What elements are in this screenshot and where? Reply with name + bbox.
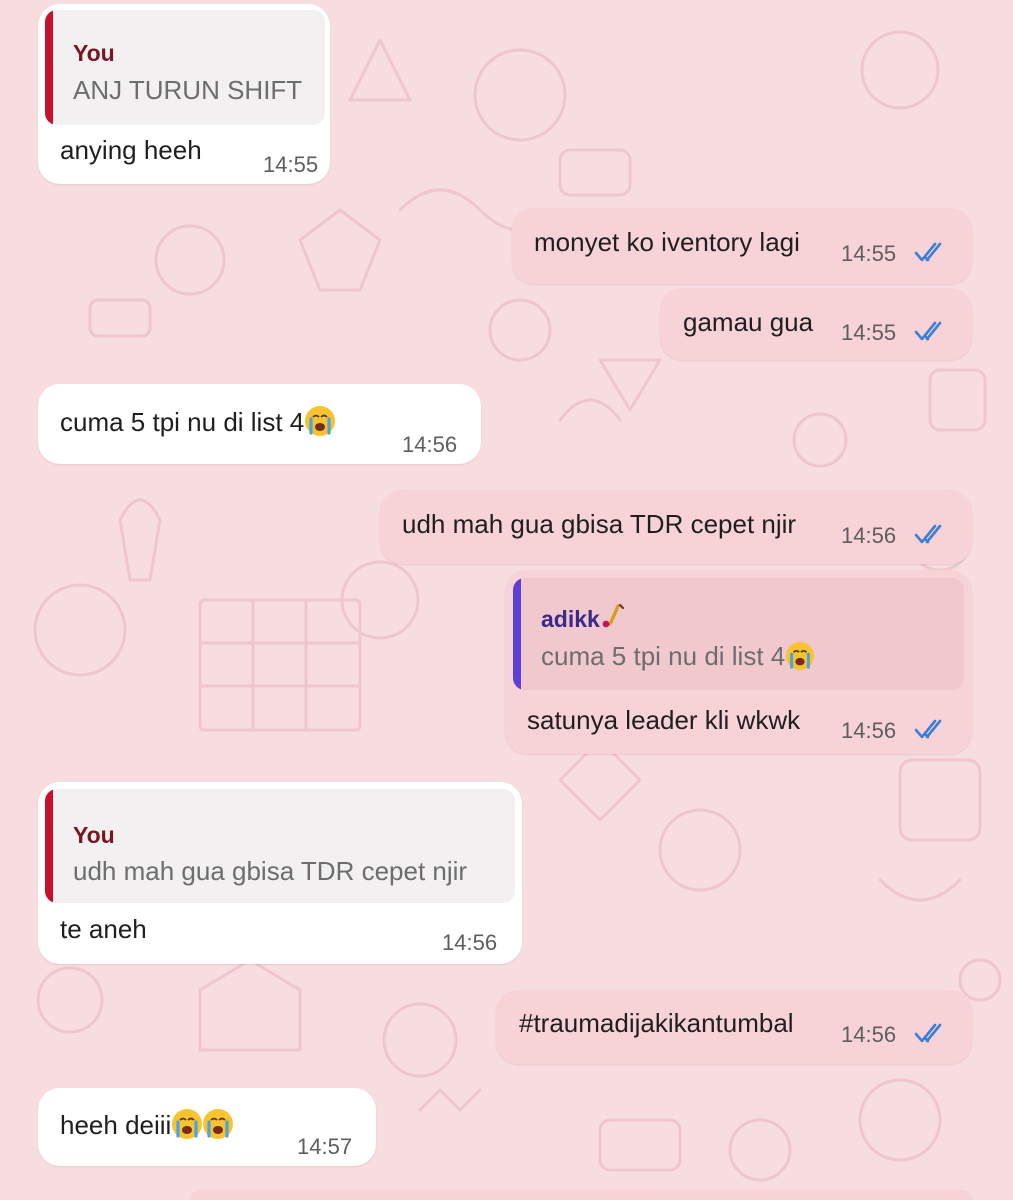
quote-text: udh mah gua gbisa TDR cepet njir <box>73 856 468 886</box>
message-bubble[interactable]: gamau gua 14:55 <box>660 288 972 360</box>
quoted-reply[interactable]: adikk cuma 5 tpi nu di list 4 <box>513 578 964 690</box>
loudly-crying-face-emoji <box>305 406 336 436</box>
message-bubble[interactable]: udh mah gua gbisa TDR cepet njir 14:56 <box>380 490 972 564</box>
message-text-content: heeh deiii <box>60 1110 172 1140</box>
loudly-crying-face-emoji <box>172 1109 203 1139</box>
message-bubble[interactable]: cuma 5 tpi nu di list 4 14:56 <box>38 384 481 464</box>
quote-bar <box>513 578 521 690</box>
double-check-icon <box>914 719 942 739</box>
message-time: 14:57 <box>297 1134 353 1159</box>
message-time: 14:55 <box>841 320 897 345</box>
quoted-reply[interactable]: You udh mah gua gbisa TDR cepet njir <box>45 789 515 903</box>
message-text: udh mah gua gbisa TDR cepet njir <box>402 509 797 539</box>
quoted-reply[interactable]: You ANJ TURUN SHIFT <box>45 10 325 125</box>
message-bubble[interactable]: You udh mah gua gbisa TDR cepet njir te … <box>38 782 522 964</box>
quote-author: You <box>73 40 115 66</box>
quote-text: cuma 5 tpi nu di list 4 <box>541 640 815 672</box>
loudly-crying-face-emoji <box>203 1109 234 1139</box>
quote-text: ANJ TURUN SHIFT <box>73 75 303 105</box>
message-text: #traumadijakikantumbal <box>519 1008 794 1038</box>
message-text: monyet ko iventory lagi <box>534 227 800 257</box>
message-bubble[interactable]: heeh deiii 14:57 <box>38 1088 376 1166</box>
message-text: anying heeh <box>60 135 202 165</box>
message-text: gamau gua <box>683 307 814 337</box>
saxophone-emoji <box>602 603 624 628</box>
message-text: heeh deiii <box>60 1109 234 1141</box>
message-time: 14:55 <box>841 241 897 266</box>
message-text: cuma 5 tpi nu di list 4 <box>60 406 336 438</box>
message-time: 14:55 <box>263 152 319 177</box>
message-time: 14:56 <box>841 718 897 743</box>
quote-author: You <box>73 822 115 848</box>
message-time: 14:56 <box>442 930 498 955</box>
message-bubble[interactable]: monyet ko iventory lagi 14:55 <box>512 208 972 284</box>
loudly-crying-face-emoji <box>786 642 815 670</box>
message-bubble[interactable]: #traumadijakikantumbal 14:56 <box>496 990 972 1064</box>
message-bubble[interactable]: adikk cuma 5 tpi nu di list 4 satunya le… <box>505 570 972 754</box>
quote-author-name: adikk <box>541 606 600 632</box>
quote-author: adikk <box>541 603 624 633</box>
message-bubble[interactable]: You ANJ TURUN SHIFT anying heeh 14:55 <box>38 4 330 184</box>
message-time: 14:56 <box>841 1022 897 1047</box>
quote-bar <box>45 789 53 903</box>
message-bubble[interactable] <box>190 1190 972 1200</box>
double-check-icon <box>914 524 942 544</box>
message-time: 14:56 <box>841 523 897 548</box>
message-text-content: cuma 5 tpi nu di list 4 <box>60 407 305 437</box>
double-check-icon <box>914 1023 942 1043</box>
quote-text-content: cuma 5 tpi nu di list 4 <box>541 641 786 671</box>
message-text: satunya leader kli wkwk <box>527 705 801 735</box>
message-text: te aneh <box>60 914 147 944</box>
double-check-icon <box>914 321 942 341</box>
double-check-icon <box>914 242 942 262</box>
quote-bar <box>45 10 53 125</box>
message-time: 14:56 <box>402 432 458 457</box>
